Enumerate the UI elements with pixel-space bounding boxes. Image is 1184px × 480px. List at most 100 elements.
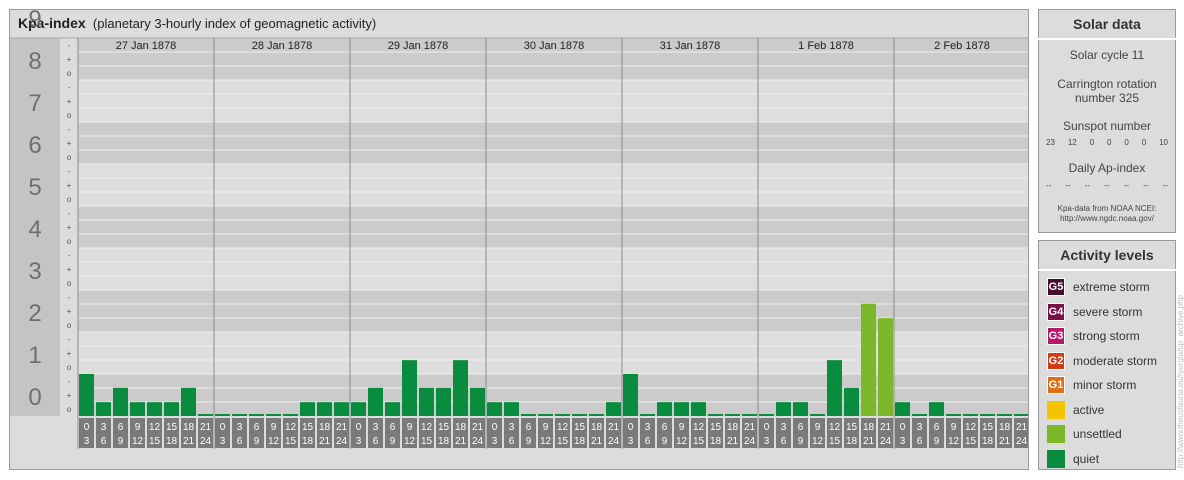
kp-bar	[487, 402, 502, 416]
date-label: 28 Jan 1878	[252, 40, 313, 52]
kp-bar	[521, 414, 536, 416]
sub-tick-label: +	[67, 391, 72, 400]
interval-end: 24	[200, 436, 212, 447]
interval-start: 6	[934, 422, 940, 433]
level-label: minor storm	[1073, 378, 1137, 393]
y-tick-label: 4	[28, 216, 41, 243]
interval-start: 21	[608, 422, 620, 433]
level-swatch	[1047, 449, 1065, 468]
interval-start: 12	[693, 422, 705, 433]
kp-bar	[827, 360, 842, 416]
interval-end: 3	[356, 436, 362, 447]
interval-end: 18	[302, 436, 314, 447]
interval-start: 18	[591, 422, 603, 433]
kpa-chart-panel: Kpa-index (planetary 3-hourly index of g…	[9, 9, 1029, 470]
sub-tick-label: -	[68, 125, 71, 134]
kp-bar	[640, 414, 655, 416]
kp-bar	[368, 387, 383, 416]
interval-end: 9	[662, 436, 668, 447]
date-label: 31 Jan 1878	[660, 40, 721, 52]
interval-start: 3	[101, 422, 107, 433]
interval-start: 15	[982, 422, 994, 433]
interval-end: 3	[492, 436, 498, 447]
interval-start: 9	[135, 422, 141, 433]
sub-tick-label: o	[67, 321, 72, 330]
level-swatch: G5	[1047, 278, 1065, 297]
interval-end: 24	[472, 436, 484, 447]
kp-bar	[164, 402, 179, 416]
interval-end: 6	[781, 436, 787, 447]
kp-bar	[334, 402, 349, 416]
kp-bar	[572, 414, 587, 416]
sub-tick-label: o	[67, 279, 72, 288]
kp-bar	[266, 414, 281, 416]
level-band	[78, 206, 1028, 248]
sub-tick-label: -	[68, 83, 71, 92]
kp-bar	[147, 402, 162, 416]
interval-start: 6	[390, 422, 396, 433]
sub-tick-label: o	[67, 363, 72, 372]
interval-end: 15	[829, 436, 841, 447]
interval-start: 21	[880, 422, 892, 433]
interval-end: 6	[917, 436, 923, 447]
kp-bar	[1014, 414, 1028, 416]
interval-end: 15	[149, 436, 161, 447]
kp-bar	[929, 402, 944, 416]
kp-bar	[912, 414, 927, 416]
interval-end: 6	[237, 436, 243, 447]
kp-bar	[113, 387, 128, 416]
interval-end: 12	[268, 436, 280, 447]
ap-value: --	[1046, 181, 1052, 190]
level-swatch: G1	[1047, 376, 1065, 395]
interval-end: 12	[404, 436, 416, 447]
interval-end: 18	[982, 436, 994, 447]
interval-start: 0	[900, 422, 906, 433]
level-g5: G5 extreme storm	[1039, 275, 1175, 300]
kp-bar	[96, 402, 111, 416]
activity-levels-panel: Activity levels G5 extreme storm G4 severe…	[1038, 240, 1176, 470]
interval-start: 9	[951, 422, 957, 433]
interval-start: 3	[237, 422, 243, 433]
kp-bar	[742, 414, 757, 416]
interval-start: 9	[271, 422, 277, 433]
interval-start: 6	[118, 422, 124, 433]
interval-end: 15	[557, 436, 569, 447]
interval-start: 0	[628, 422, 634, 433]
interval-end: 3	[84, 436, 90, 447]
interval-end: 3	[628, 436, 634, 447]
interval-start: 12	[149, 422, 161, 433]
kp-bar	[130, 402, 145, 416]
sunspot-value: 0	[1106, 138, 1112, 147]
date-label: 1 Feb 1878	[798, 40, 854, 52]
interval-start: 12	[557, 422, 569, 433]
solar-cycle: Solar cycle 11	[1069, 48, 1145, 62]
sunspot-value: 0	[1089, 138, 1095, 147]
interval-start: 18	[319, 422, 331, 433]
level-g3: G3 strong storm	[1039, 324, 1175, 349]
level-g2: G2 moderate storm	[1039, 349, 1175, 374]
interval-start: 9	[407, 422, 413, 433]
interval-end: 15	[285, 436, 297, 447]
interval-start: 0	[356, 422, 362, 433]
date-label: 30 Jan 1878	[524, 40, 585, 52]
kp-bar	[606, 402, 621, 416]
ap-value: --	[1104, 181, 1110, 190]
level-label: moderate storm	[1073, 353, 1158, 368]
sunspot-value: 23	[1046, 138, 1055, 147]
sub-tick-label: -	[68, 251, 71, 260]
sub-tick-label: +	[67, 349, 72, 358]
interval-start: 15	[166, 422, 178, 433]
level-label: unsettled	[1073, 427, 1122, 442]
kp-bar	[504, 402, 519, 416]
interval-start: 18	[727, 422, 739, 433]
sub-tick-label: -	[68, 377, 71, 386]
interval-start: 3	[509, 422, 515, 433]
interval-end: 6	[101, 436, 107, 447]
kp-bar	[861, 303, 876, 416]
ap-value: --	[1084, 181, 1091, 190]
kp-bar	[708, 414, 723, 416]
interval-start: 3	[373, 422, 379, 433]
interval-end: 24	[880, 436, 892, 447]
interval-start: 9	[679, 422, 685, 433]
kp-bar	[878, 318, 893, 416]
